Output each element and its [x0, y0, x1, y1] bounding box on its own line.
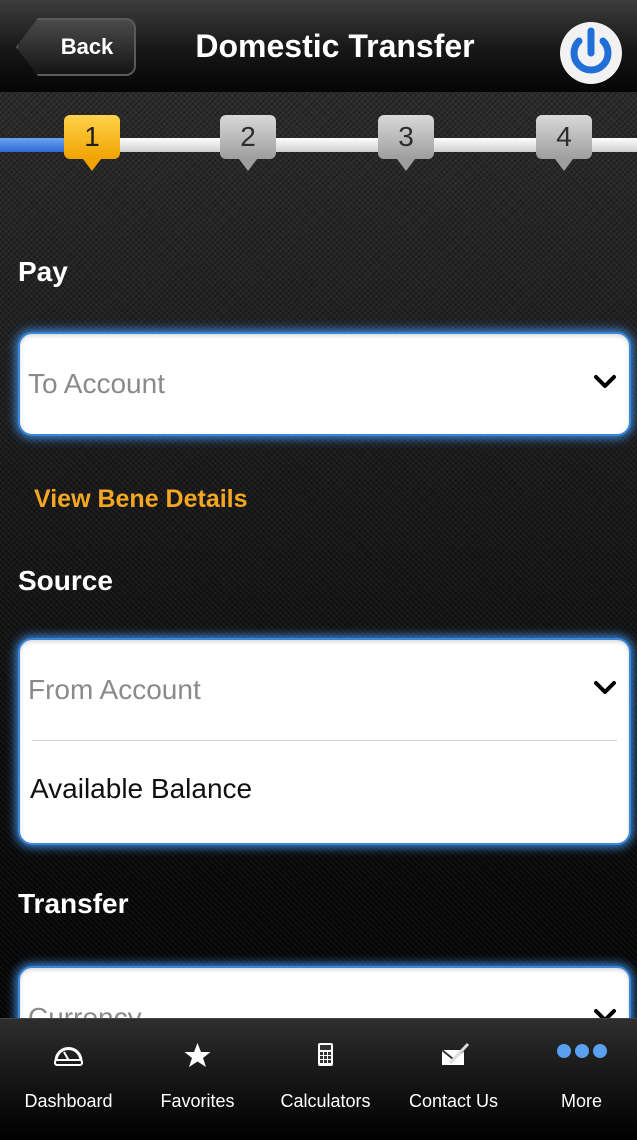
chevron-down-icon — [594, 1009, 616, 1018]
transfer-label: Transfer — [18, 888, 129, 919]
tab-label: Calculators — [280, 1091, 371, 1111]
to-account-placeholder: To Account — [28, 368, 165, 399]
step-3[interactable]: 3 — [378, 115, 434, 171]
tab-dashboard[interactable]: Dashboard — [5, 1019, 132, 1140]
step-4[interactable]: 4 — [536, 115, 592, 171]
contact-icon — [441, 1042, 470, 1065]
step-1[interactable]: 1 — [64, 115, 120, 171]
view-bene-details-link[interactable]: View Bene Details — [34, 485, 248, 514]
tab-favorites[interactable]: Favorites — [134, 1019, 261, 1140]
tab-label: More — [560, 1091, 602, 1111]
currency-select[interactable]: Currency — [18, 966, 631, 1018]
tab-bar: Dashboard Favorites Calculators Contact … — [0, 1018, 637, 1140]
tab-label: Favorites — [160, 1091, 235, 1111]
more-icon — [557, 1044, 607, 1058]
star-icon — [184, 1043, 211, 1067]
tab-contact-us[interactable]: Contact Us — [390, 1019, 517, 1140]
currency-placeholder: Currency — [28, 1002, 142, 1018]
chevron-down-icon — [594, 375, 616, 388]
chevron-down-icon — [594, 681, 616, 694]
page-title: Domestic Transfer — [195, 28, 475, 64]
available-balance-label: Available Balance — [30, 773, 253, 804]
tab-calculators[interactable]: Calculators — [262, 1019, 389, 1140]
pay-label: Pay — [18, 256, 68, 287]
power-icon[interactable] — [558, 20, 624, 86]
to-account-select[interactable]: To Account — [18, 332, 631, 436]
from-account-placeholder: From Account — [28, 674, 201, 705]
transfer-form: 1 2 3 4 Pay To Account View Bene Details… — [0, 93, 637, 1018]
source-label: Source — [18, 565, 113, 596]
from-account-select[interactable]: From Account Available Balance — [18, 638, 631, 845]
tab-label: Contact Us — [408, 1091, 499, 1111]
calculator-icon — [318, 1043, 333, 1066]
nav-bar: Back Domestic Transfer — [0, 0, 637, 93]
tab-more[interactable]: More — [518, 1019, 637, 1140]
tab-label: Dashboard — [24, 1091, 113, 1111]
dashboard-icon — [54, 1047, 83, 1066]
back-button[interactable]: Back — [16, 18, 136, 76]
step-2[interactable]: 2 — [220, 115, 276, 171]
